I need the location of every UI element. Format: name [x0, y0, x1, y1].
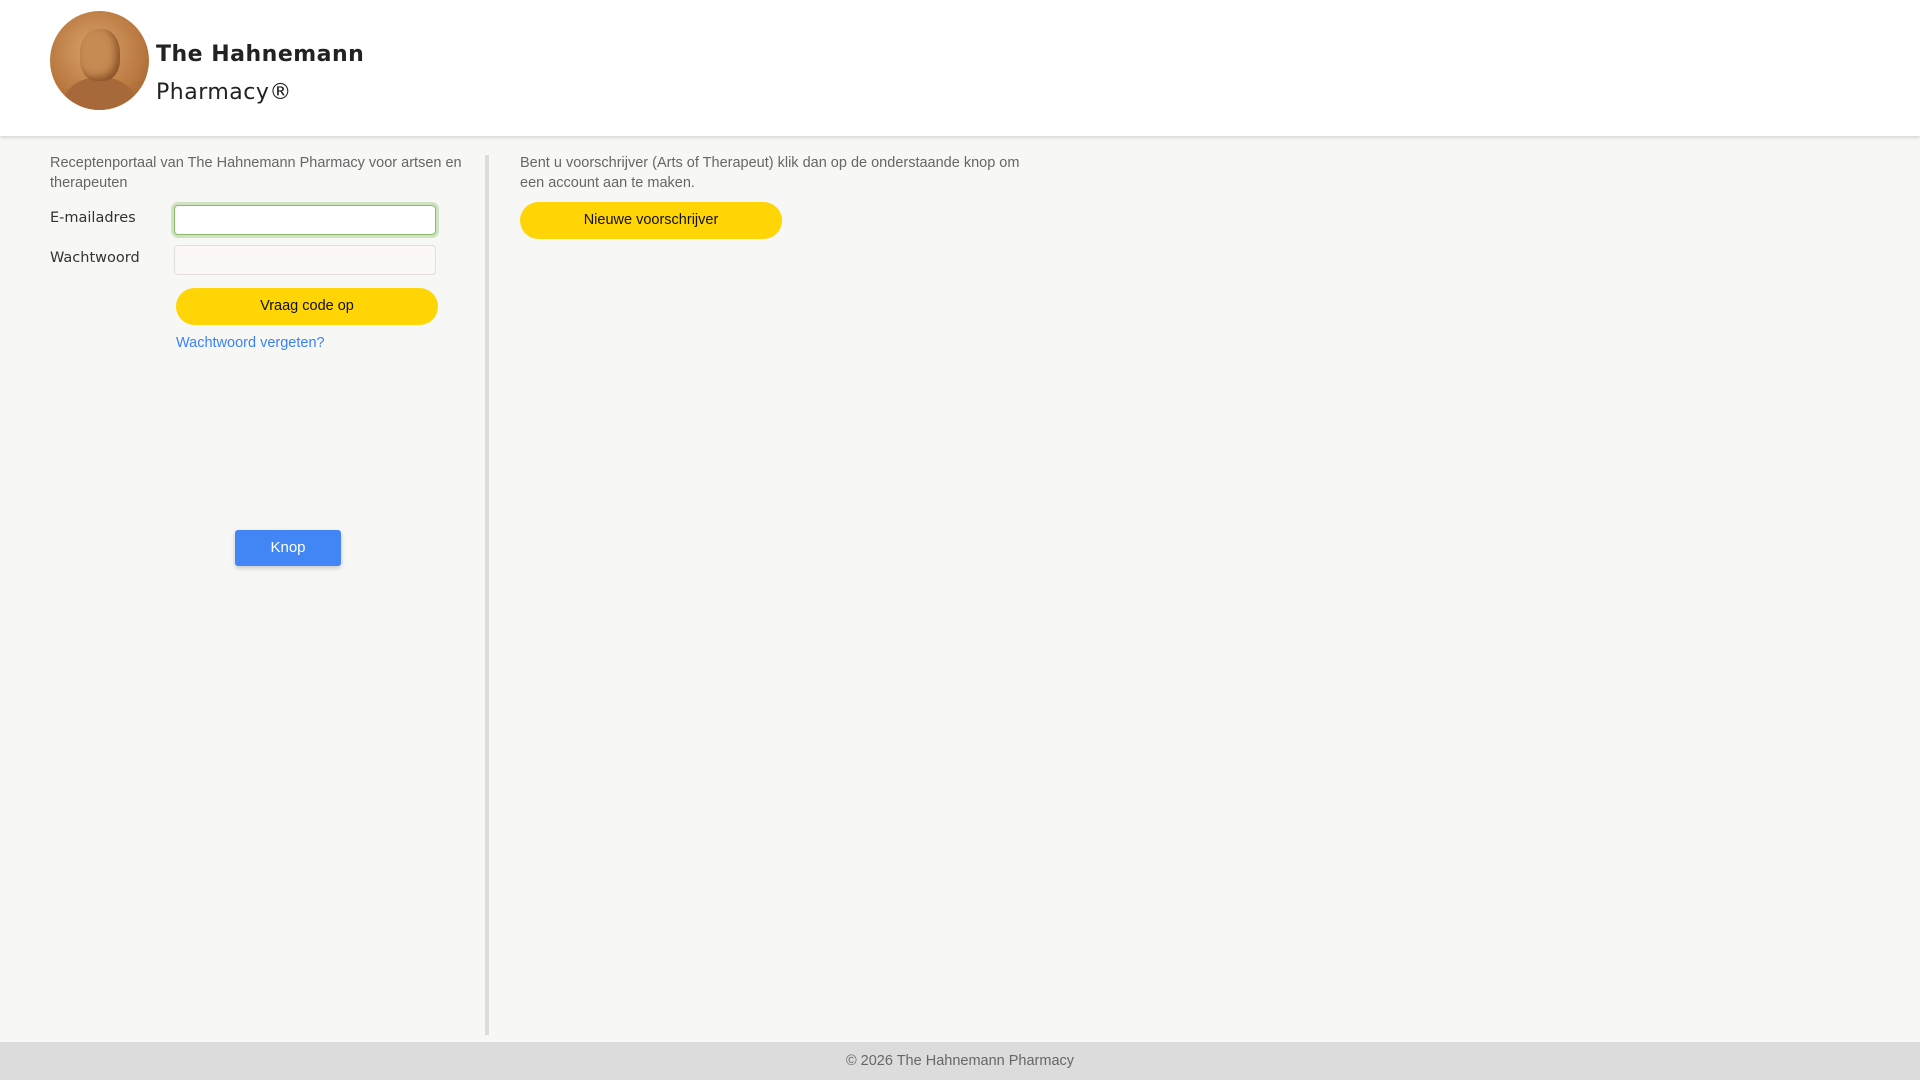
site-subtitle: Pharmacy® [156, 80, 292, 105]
forgot-password-link[interactable]: Wachtwoord vergeten? [176, 335, 325, 351]
footer: © 2026 The Hahnemann Pharmacy [0, 1042, 1920, 1080]
knop-button[interactable]: Knop [235, 530, 341, 566]
new-prescriber-button[interactable]: Nieuwe voorschrijver [520, 202, 782, 239]
logo-medallion[interactable] [50, 11, 149, 110]
password-input[interactable] [174, 245, 436, 275]
site-title: The Hahnemann [156, 42, 365, 67]
password-label: Wachtwoord [50, 250, 140, 266]
email-label: E-mailadres [50, 210, 136, 226]
email-input[interactable] [174, 205, 436, 235]
column-divider [485, 155, 489, 1035]
register-text: Bent u voorschrijver (Arts of Therapeut)… [520, 155, 1020, 191]
login-intro: Receptenportaal van The Hahnemann Pharma… [50, 155, 462, 191]
request-code-button[interactable]: Vraag code op [176, 288, 438, 325]
site-header: The Hahnemann Pharmacy® [0, 0, 1920, 136]
footer-copyright: © 2026 The Hahnemann Pharmacy [845, 1053, 1075, 1069]
